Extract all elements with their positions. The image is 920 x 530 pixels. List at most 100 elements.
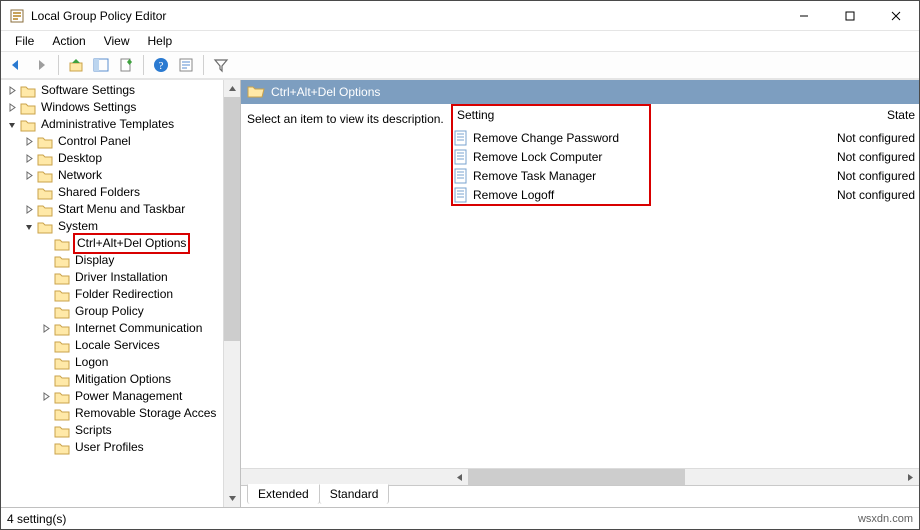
tree-vertical-scrollbar[interactable]	[223, 80, 240, 507]
tree-item-mitigation-options[interactable]: Mitigation Options	[39, 371, 223, 388]
tree[interactable]: Software Settings Windows Settings Admi	[3, 82, 223, 456]
close-button[interactable]	[873, 1, 919, 30]
help-button[interactable]: ?	[150, 54, 172, 76]
tree-label: Removable Storage Acces	[73, 405, 218, 422]
tree-label: Internet Communication	[73, 320, 204, 337]
scroll-track[interactable]	[224, 97, 240, 490]
filter-button[interactable]	[210, 54, 232, 76]
maximize-button[interactable]	[827, 1, 873, 30]
tree-label: Desktop	[56, 150, 104, 167]
list-item[interactable]: Remove Logoff Not configured	[451, 185, 919, 204]
toolbar: ?	[1, 51, 919, 79]
tree-item-control-panel[interactable]: Control Panel	[22, 133, 223, 150]
toolbar-separator	[203, 55, 204, 75]
tree-item-internet-communication[interactable]: Internet Communication	[39, 320, 223, 337]
tree-item-shared-folders[interactable]: Shared Folders	[22, 184, 223, 201]
body: Software Settings Windows Settings Admi	[1, 79, 919, 507]
expander-icon[interactable]	[22, 152, 36, 166]
tree-item-power-management[interactable]: Power Management	[39, 388, 223, 405]
list-item[interactable]: Remove Change Password Not configured	[451, 128, 919, 147]
scroll-track[interactable]	[468, 469, 902, 485]
menu-view[interactable]: View	[96, 33, 138, 49]
toolbar-separator	[58, 55, 59, 75]
expander-icon[interactable]	[22, 169, 36, 183]
tree-label: Group Policy	[73, 303, 146, 320]
back-button[interactable]	[5, 54, 27, 76]
column-header-state[interactable]: State	[781, 104, 919, 126]
tree-item-software-settings[interactable]: Software Settings	[5, 82, 223, 99]
tree-item-user-profiles[interactable]: User Profiles	[39, 439, 223, 456]
tree-item-start-menu-taskbar[interactable]: Start Menu and Taskbar	[22, 201, 223, 218]
scroll-thumb[interactable]	[224, 97, 240, 341]
tree-item-logon[interactable]: Logon	[39, 354, 223, 371]
folder-icon	[20, 118, 36, 132]
expander-icon[interactable]	[39, 322, 53, 336]
scroll-down-arrow[interactable]	[224, 490, 240, 507]
tree-label: Shared Folders	[56, 184, 142, 201]
tree-item-desktop[interactable]: Desktop	[22, 150, 223, 167]
folder-icon	[54, 441, 70, 455]
tree-item-windows-settings[interactable]: Windows Settings	[5, 99, 223, 116]
scroll-right-arrow[interactable]	[902, 469, 919, 486]
tree-label: Administrative Templates	[39, 116, 176, 133]
minimize-button[interactable]	[781, 1, 827, 30]
policy-item-icon	[453, 168, 469, 184]
expander-icon[interactable]	[22, 203, 36, 217]
menu-file[interactable]: File	[7, 33, 42, 49]
show-hide-tree-button[interactable]	[90, 54, 112, 76]
expander-open-icon[interactable]	[22, 220, 36, 234]
scroll-left-arrow[interactable]	[451, 469, 468, 486]
forward-button[interactable]	[30, 54, 52, 76]
tree-item-locale-services[interactable]: Locale Services	[39, 337, 223, 354]
tree-item-driver-installation[interactable]: Driver Installation	[39, 269, 223, 286]
expander-icon[interactable]	[5, 101, 19, 115]
scroll-thumb[interactable]	[468, 469, 685, 485]
tree-item-ctrl-alt-del[interactable]: Ctrl+Alt+Del Options	[39, 235, 223, 252]
folder-icon	[37, 186, 53, 200]
list-horizontal-scrollbar[interactable]	[241, 468, 919, 485]
expander-icon[interactable]	[5, 84, 19, 98]
expander-blank	[39, 441, 53, 455]
scroll-up-arrow[interactable]	[224, 80, 240, 97]
expander-blank	[39, 237, 53, 251]
properties-button[interactable]	[175, 54, 197, 76]
expander-blank	[39, 373, 53, 387]
list-header: Setting State	[451, 104, 919, 126]
expander-blank	[39, 424, 53, 438]
up-button[interactable]	[65, 54, 87, 76]
folder-icon	[54, 271, 70, 285]
menu-help[interactable]: Help	[140, 33, 181, 49]
expander-blank	[39, 254, 53, 268]
tree-item-network[interactable]: Network	[22, 167, 223, 184]
expander-blank	[39, 407, 53, 421]
menu-action[interactable]: Action	[44, 33, 93, 49]
description-prompt: Select an item to view its description.	[247, 112, 444, 126]
description-column: Select an item to view its description.	[241, 104, 451, 468]
tree-item-removable-storage[interactable]: Removable Storage Acces	[39, 405, 223, 422]
tab-standard[interactable]: Standard	[319, 484, 390, 504]
export-button[interactable]	[115, 54, 137, 76]
expander-open-icon[interactable]	[5, 118, 19, 132]
column-header-setting[interactable]: Setting	[451, 104, 781, 126]
status-text: 4 setting(s)	[7, 512, 66, 526]
folder-icon	[20, 84, 36, 98]
tree-label: Start Menu and Taskbar	[56, 201, 187, 218]
expander-icon[interactable]	[22, 135, 36, 149]
tree-item-scripts[interactable]: Scripts	[39, 422, 223, 439]
expander-icon[interactable]	[39, 390, 53, 404]
statusbar: 4 setting(s) wsxdn.com	[1, 507, 919, 529]
tree-item-display[interactable]: Display	[39, 252, 223, 269]
folder-icon	[20, 101, 36, 115]
list-item[interactable]: Remove Task Manager Not configured	[451, 166, 919, 185]
policy-item-icon	[453, 130, 469, 146]
tree-item-folder-redirection[interactable]: Folder Redirection	[39, 286, 223, 303]
titlebar: Local Group Policy Editor	[1, 1, 919, 31]
tree-item-group-policy[interactable]: Group Policy	[39, 303, 223, 320]
tree-label: Folder Redirection	[73, 286, 175, 303]
svg-text:?: ?	[159, 60, 164, 72]
folder-icon	[54, 373, 70, 387]
list-item[interactable]: Remove Lock Computer Not configured	[451, 147, 919, 166]
tree-item-admin-templates[interactable]: Administrative Templates	[5, 116, 223, 133]
right-panel: Ctrl+Alt+Del Options Select an item to v…	[241, 80, 919, 507]
tab-extended[interactable]: Extended	[247, 484, 320, 504]
